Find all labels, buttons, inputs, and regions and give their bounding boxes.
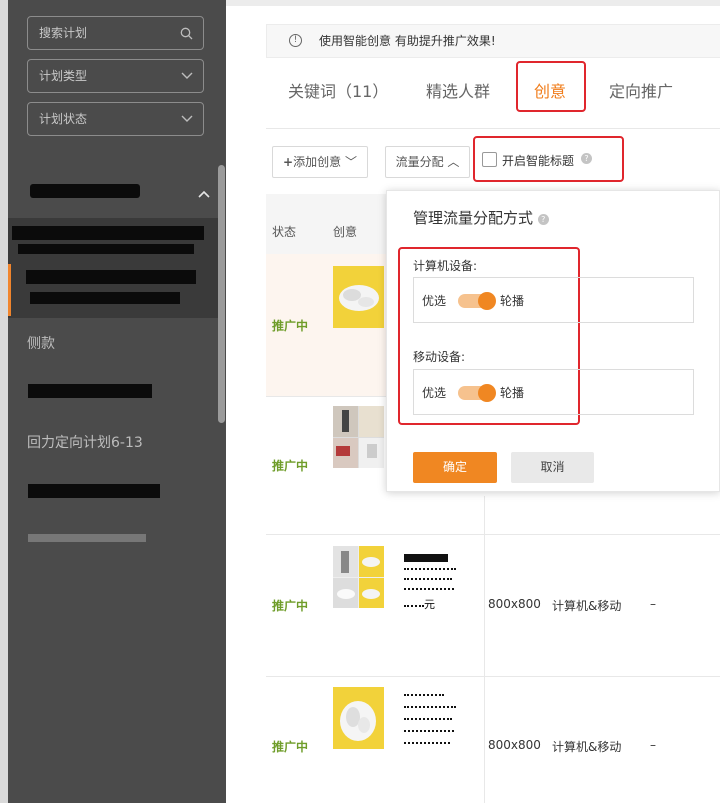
active-indicator <box>8 264 11 316</box>
redacted-plan-1b <box>18 244 194 254</box>
popup-title-text: 管理流量分配方式 <box>413 209 534 227</box>
smart-title-label[interactable]: 开启智能标题 <box>502 152 574 169</box>
redacted-plan-4[interactable] <box>28 384 152 398</box>
sidebar: 搜索计划 计划类型 计划状态 侧款 回力定向计划6-13 <box>8 0 226 803</box>
popup-title: 管理流量分配方式 ? <box>413 207 549 228</box>
smart-title-checkbox[interactable] <box>482 152 497 167</box>
tab-creative-highlight <box>516 61 586 112</box>
creative-device: 计算机&移动 <box>552 740 622 754</box>
confirm-button[interactable]: 确定 <box>413 452 497 483</box>
chevron-up-icon: ︿ <box>447 155 460 169</box>
creative-thumbnail[interactable] <box>333 406 384 468</box>
traffic-allocation-label: 流量分配 <box>395 155 444 169</box>
redacted-plan-3[interactable] <box>30 292 180 304</box>
pc-device-label: 计算机设备: <box>413 259 478 273</box>
add-creative-label: 添加创意 <box>293 155 342 169</box>
sidebar-item-side-style[interactable]: 侧款 <box>27 333 55 353</box>
redacted-creative-title: 元 <box>404 552 466 612</box>
creative-device: 计算机&移动 <box>552 599 622 613</box>
row-divider <box>266 534 720 535</box>
plus-icon: + <box>283 155 294 169</box>
mobile-optimal-label: 优选 <box>422 386 447 400</box>
cancel-button[interactable]: 取消 <box>511 452 594 483</box>
mobile-rotation-label: 轮播 <box>500 386 525 400</box>
help-icon[interactable]: ? <box>537 214 549 225</box>
creative-thumbnail[interactable] <box>333 546 384 608</box>
plan-status-select[interactable]: 计划状态 <box>27 102 204 136</box>
tab-targeted-promotion[interactable]: 定向推广 <box>609 78 673 102</box>
creative-extra: – <box>650 738 656 752</box>
add-creative-button[interactable]: +添加创意 ﹀ <box>272 146 368 178</box>
search-icon[interactable] <box>180 17 193 49</box>
redacted-group-name[interactable] <box>30 184 140 198</box>
creative-size: 800x800 <box>488 597 541 611</box>
pc-allocation-toggle[interactable] <box>458 292 496 310</box>
sidebar-scrollbar[interactable] <box>218 165 225 423</box>
tab-selected-audience[interactable]: 精选人群 <box>426 78 490 102</box>
redacted-creative-title <box>404 690 466 754</box>
redacted-plan-1[interactable] <box>12 226 204 240</box>
plan-status-label: 计划状态 <box>39 112 88 126</box>
smart-creative-notice: ! 使用智能创意 有助提升推广效果! <box>266 24 720 58</box>
mobile-allocation-option: 优选 轮播 <box>413 369 694 415</box>
col-header-status: 状态 <box>272 225 297 239</box>
creative-thumbnail[interactable] <box>333 687 384 749</box>
pc-optimal-label: 优选 <box>422 294 447 308</box>
row-status: 推广中 <box>272 319 309 333</box>
traffic-allocation-popup: 管理流量分配方式 ? 计算机设备: 优选 轮播 移动设备: 优选 轮播 确定 取… <box>386 190 720 492</box>
tabs-divider <box>266 128 720 129</box>
pc-allocation-option: 优选 轮播 <box>413 277 694 323</box>
chevron-down-icon <box>181 103 193 135</box>
chevron-down-icon <box>181 60 193 92</box>
help-icon[interactable]: ? <box>581 153 592 164</box>
row-status: 推广中 <box>272 459 309 473</box>
search-placeholder: 搜索计划 <box>39 26 88 40</box>
sidebar-item-huili-plan[interactable]: 回力定向计划6-13 <box>27 432 143 452</box>
creative-thumbnail[interactable] <box>333 266 384 328</box>
redacted-plan-5[interactable] <box>28 484 160 498</box>
toggle-knob <box>478 384 496 402</box>
plan-type-select[interactable]: 计划类型 <box>27 59 204 93</box>
pc-rotation-label: 轮播 <box>500 294 525 308</box>
window-edge <box>0 0 8 803</box>
tab-keywords[interactable]: 关键词（11） <box>288 78 388 102</box>
traffic-allocation-button[interactable]: 流量分配 ︿ <box>385 146 470 178</box>
redacted-plan-6[interactable] <box>28 534 146 542</box>
price-unit: 元 <box>424 598 436 611</box>
row-divider <box>266 676 720 677</box>
creative-size: 800x800 <box>488 738 541 752</box>
plan-type-label: 计划类型 <box>39 69 88 83</box>
redacted-plan-2[interactable] <box>26 270 196 284</box>
chevron-up-icon[interactable] <box>198 183 210 202</box>
plan-search-input[interactable]: 搜索计划 <box>27 16 204 50</box>
notice-text: 使用智能创意 有助提升推广效果! <box>319 34 496 48</box>
row-status: 推广中 <box>272 740 309 754</box>
col-header-creative: 创意 <box>333 225 358 239</box>
mobile-device-label: 移动设备: <box>413 350 466 364</box>
mobile-allocation-toggle[interactable] <box>458 384 496 402</box>
chevron-down-icon: ﹀ <box>341 155 357 169</box>
row-status: 推广中 <box>272 599 309 613</box>
toggle-knob <box>478 292 496 310</box>
creative-extra: – <box>650 597 656 611</box>
column-divider <box>484 496 485 803</box>
info-icon: ! <box>289 34 302 47</box>
